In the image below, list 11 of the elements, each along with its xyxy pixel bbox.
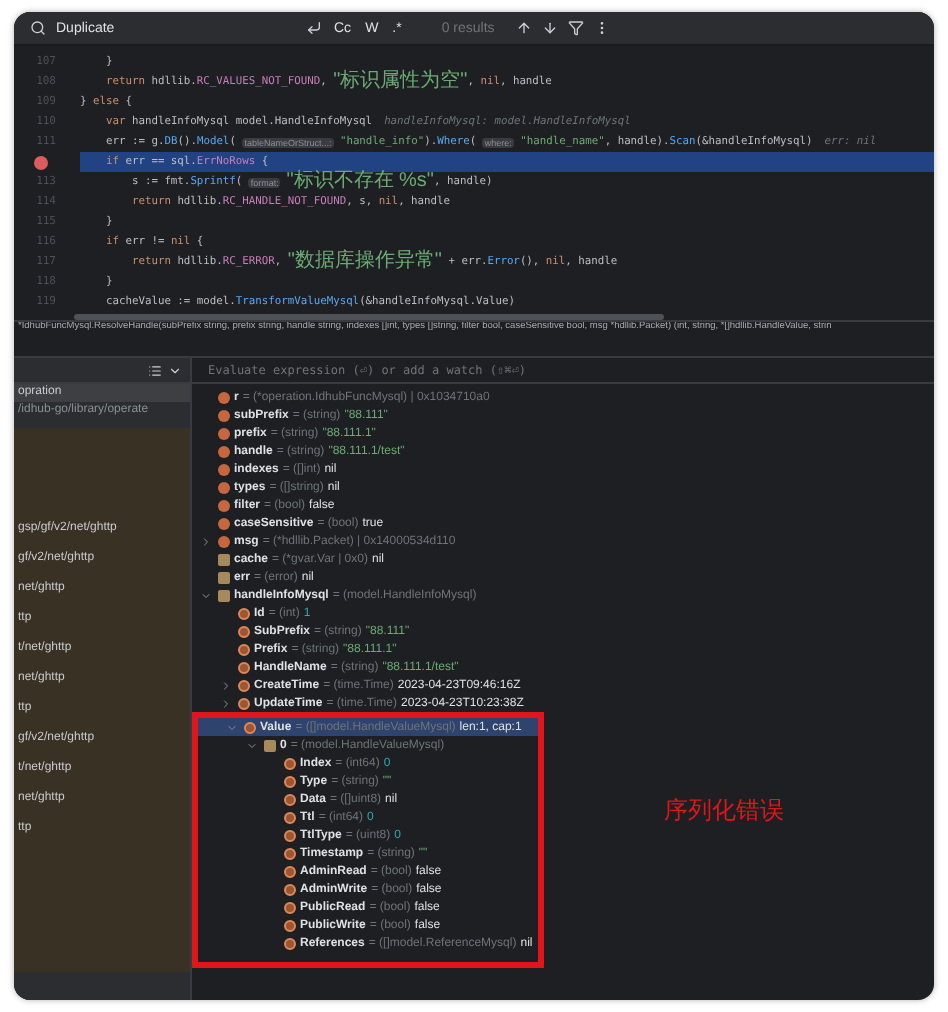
search-icon[interactable] <box>30 20 46 36</box>
breakpoint-icon[interactable] <box>34 155 48 169</box>
down-arrow-icon[interactable] <box>542 20 559 36</box>
filter-icon[interactable] <box>568 20 585 36</box>
list-icon[interactable] <box>148 363 162 377</box>
up-arrow-icon[interactable] <box>516 20 533 36</box>
scrollbar-thumb[interactable] <box>74 313 664 319</box>
local-variable-icon <box>264 739 276 751</box>
dropdown-caret-icon[interactable] <box>168 363 182 377</box>
newline-icon[interactable] <box>306 20 322 36</box>
annotation-note: 序列化错误 <box>664 793 784 827</box>
